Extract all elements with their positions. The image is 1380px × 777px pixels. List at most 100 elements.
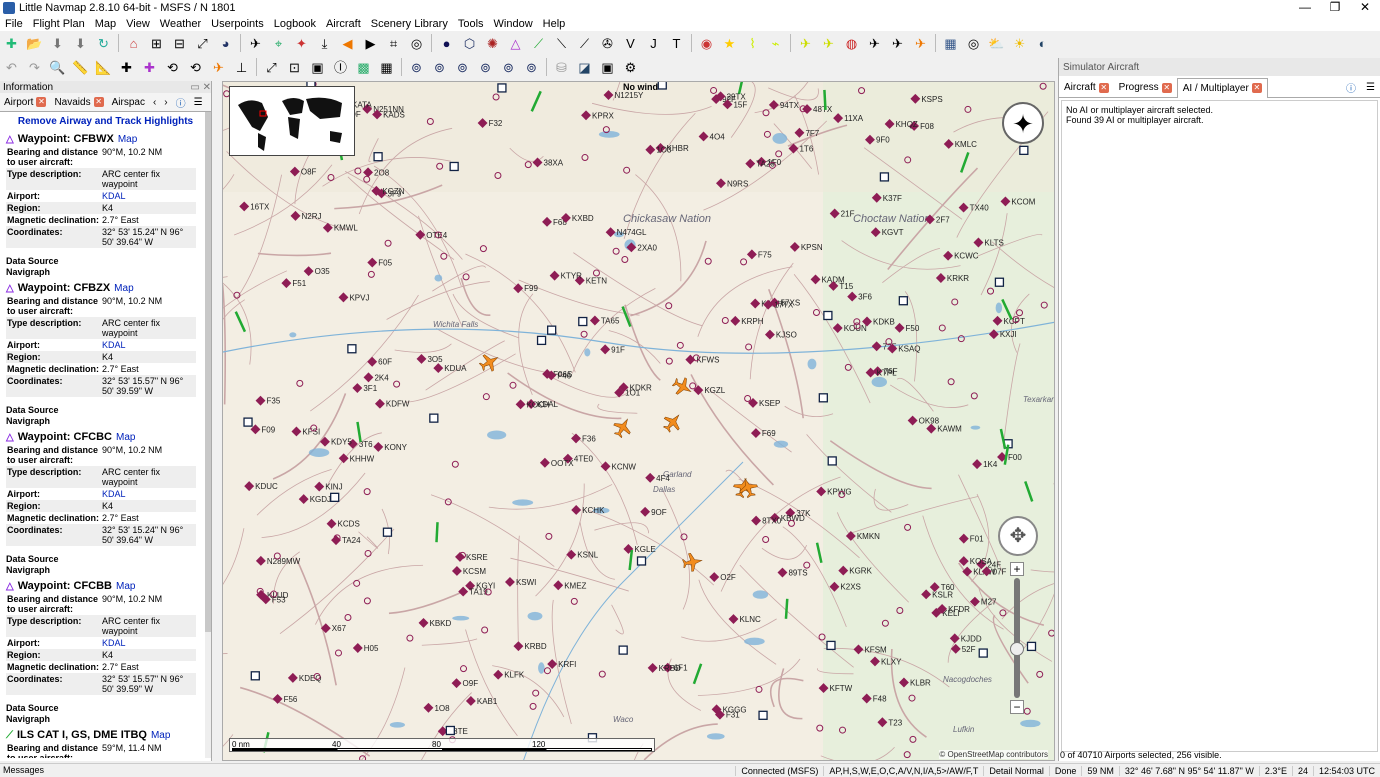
- panel-float-icon[interactable]: ▭ ✕: [190, 82, 211, 93]
- airport-marker[interactable]: F69: [750, 428, 776, 438]
- airport-marker[interactable]: KRKR: [935, 273, 969, 283]
- menu-userpoints[interactable]: Userpoints: [206, 18, 269, 30]
- zoom-out-button[interactable]: −: [1010, 700, 1024, 714]
- panel-menu-icon[interactable]: ☰: [1361, 82, 1380, 93]
- ruler-remove-icon[interactable]: 📐: [93, 57, 114, 77]
- vor-marker[interactable]: [373, 152, 383, 162]
- user-aircraft-icon[interactable]: ✈: [795, 33, 816, 53]
- missed-icon[interactable]: ⊚: [521, 57, 542, 77]
- airport-marker[interactable]: 4O4: [698, 131, 726, 142]
- airport-marker[interactable]: KMEZ: [553, 580, 587, 590]
- map-link[interactable]: Map: [114, 283, 133, 294]
- airport-marker[interactable]: KFWS: [685, 354, 719, 365]
- show-ndb-icon[interactable]: ✺: [482, 33, 503, 53]
- airport-marker[interactable]: F35: [255, 395, 281, 406]
- hold-icon[interactable]: ⊥: [231, 57, 252, 77]
- show-airports-icon[interactable]: ●: [436, 33, 457, 53]
- airport-link[interactable]: KDAL: [101, 488, 196, 500]
- show-victor-icon[interactable]: V: [620, 33, 641, 53]
- vor-marker[interactable]: [818, 393, 828, 403]
- airport-marker[interactable]: KDY5: [320, 436, 352, 447]
- airport-marker[interactable]: KCSM: [451, 566, 486, 576]
- airport-marker[interactable]: F00: [997, 452, 1022, 462]
- sid-icon[interactable]: ⊚: [429, 57, 450, 77]
- airport-marker[interactable]: F51: [281, 278, 307, 288]
- zoom-box-icon[interactable]: ⊡: [284, 57, 305, 77]
- vor-marker[interactable]: [758, 710, 768, 720]
- refresh-icon[interactable]: ↻: [93, 33, 114, 53]
- airport-marker[interactable]: KLXY: [870, 656, 902, 666]
- airport-marker[interactable]: KGLE: [623, 544, 656, 554]
- menu-flight-plan[interactable]: Flight Plan: [28, 18, 90, 30]
- remove-highlights-link[interactable]: Remove Airway and Track Highlights: [0, 112, 211, 129]
- save-as-flightplan-icon[interactable]: ⬇: [70, 33, 91, 53]
- vor-marker[interactable]: [657, 82, 667, 90]
- menu-window[interactable]: Window: [489, 18, 538, 30]
- airport-marker[interactable]: 1O3: [645, 144, 672, 155]
- aircraft-trail-icon[interactable]: ✈: [818, 33, 839, 53]
- airport-marker[interactable]: KCWC: [943, 250, 979, 261]
- airport-link[interactable]: KDAL: [101, 190, 196, 202]
- airport-marker[interactable]: X67: [320, 623, 347, 633]
- airport-marker[interactable]: KDUC: [244, 481, 278, 491]
- traffic-pattern-icon[interactable]: ✈: [208, 57, 229, 77]
- airport-marker[interactable]: KFTW: [818, 683, 853, 693]
- label-icon[interactable]: Ⓘ: [330, 57, 351, 77]
- show-vor-icon[interactable]: ⬡: [459, 33, 480, 53]
- menu-aircraft[interactable]: Aircraft: [321, 18, 366, 30]
- airport-marker[interactable]: OTE4: [415, 229, 448, 240]
- airport-marker[interactable]: KINJ: [314, 481, 343, 492]
- airport-marker[interactable]: 16TX: [239, 201, 270, 211]
- vor-marker[interactable]: [1026, 641, 1037, 652]
- airport-marker[interactable]: KGZL: [693, 385, 726, 395]
- tab-close-icon[interactable]: ✕: [1251, 83, 1262, 93]
- tab-airport[interactable]: Airport ✕: [0, 97, 50, 108]
- ai-ship-icon[interactable]: ✈: [887, 33, 908, 53]
- airport-marker[interactable]: 48TX: [802, 104, 833, 114]
- route-calc-icon[interactable]: ⌖: [268, 33, 289, 53]
- airport-marker[interactable]: 9F0: [865, 134, 890, 145]
- airport-marker[interactable]: KSWI: [504, 577, 536, 587]
- open-flightplan-icon[interactable]: 📂: [24, 33, 45, 53]
- airport-marker[interactable]: KAB1: [465, 696, 498, 706]
- airport-marker[interactable]: F53: [260, 594, 286, 604]
- airport-marker[interactable]: KXBD: [560, 212, 594, 223]
- vor-marker[interactable]: [578, 316, 588, 327]
- airport-marker[interactable]: 21F: [829, 208, 855, 219]
- airport-link[interactable]: KDAL: [101, 339, 196, 351]
- tab-close-icon[interactable]: ✕: [36, 97, 47, 107]
- minimize-icon[interactable]: —: [1290, 0, 1320, 16]
- transition-icon[interactable]: ⊚: [498, 57, 519, 77]
- airport-marker[interactable]: 07F: [981, 566, 1007, 576]
- airport-marker[interactable]: KLTS: [973, 237, 1004, 248]
- vor-marker[interactable]: [879, 172, 890, 182]
- airport-marker[interactable]: KJDD: [949, 633, 982, 643]
- airport-marker[interactable]: 17TX: [763, 299, 794, 310]
- airport-marker[interactable]: KPRX: [581, 110, 614, 120]
- airport-marker[interactable]: KTPL: [865, 367, 898, 378]
- airport-marker[interactable]: KCNW: [600, 461, 637, 471]
- airport-marker[interactable]: KSLR: [921, 589, 953, 599]
- ruler-icon[interactable]: 📏: [70, 57, 91, 77]
- airport-link[interactable]: KDAL: [101, 637, 196, 649]
- airport-marker[interactable]: 1K4: [972, 459, 998, 469]
- airport-marker[interactable]: KHQZ: [884, 119, 918, 129]
- tab-close-icon[interactable]: ✕: [1098, 82, 1109, 93]
- vor-marker[interactable]: [547, 325, 557, 335]
- airport-marker[interactable]: KDKR: [618, 382, 652, 392]
- airport-marker[interactable]: KFDR: [937, 603, 970, 614]
- airport-marker[interactable]: KRBD: [647, 662, 681, 673]
- show-waypoints-icon[interactable]: △: [505, 33, 526, 53]
- airport-marker[interactable]: KGZN: [371, 185, 405, 196]
- airport-marker[interactable]: KAWM: [926, 423, 962, 434]
- logbook-icon[interactable]: ⌇: [742, 33, 763, 53]
- menu-view[interactable]: View: [121, 18, 155, 30]
- airport-marker[interactable]: KSPS: [910, 93, 943, 104]
- airport-marker[interactable]: 91F: [600, 344, 625, 354]
- airport-marker[interactable]: 15F: [722, 99, 748, 109]
- vor-marker[interactable]: [330, 492, 340, 502]
- vor-marker[interactable]: [243, 417, 253, 427]
- vor-marker[interactable]: [827, 456, 837, 466]
- airport-marker[interactable]: KDUA: [433, 363, 467, 373]
- airport-marker[interactable]: KOSA: [958, 556, 993, 566]
